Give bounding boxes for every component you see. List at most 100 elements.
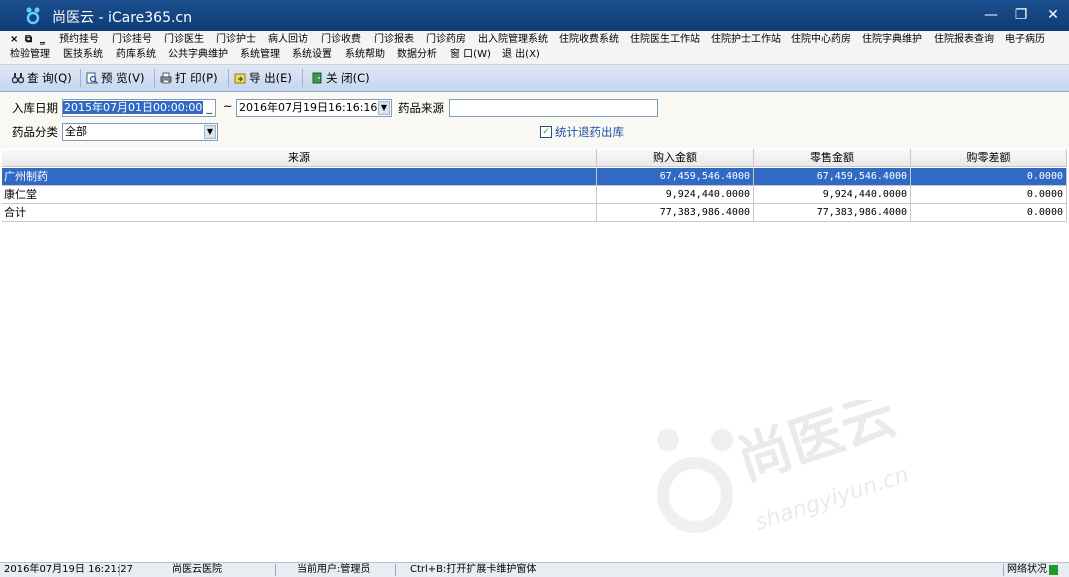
menu-item[interactable]: 门诊护士 bbox=[216, 32, 256, 47]
menu-item[interactable]: 退 出(X) bbox=[502, 47, 540, 62]
print-button[interactable]: 打 印(P) bbox=[160, 68, 218, 88]
spin-underscore: _ bbox=[206, 101, 213, 114]
toolbar: 查 询(Q) 预 览(V) 打 印(P) 导 出(E) 关 闭(C) bbox=[0, 65, 1069, 92]
chevron-down-icon[interactable]: ▼ bbox=[204, 125, 216, 139]
menu-item[interactable]: 住院字典维护 bbox=[862, 32, 922, 47]
cell-retail: 77,383,986.4000 bbox=[754, 204, 911, 222]
brand-watermark: 尚医云 shangyiyun.cn bbox=[657, 400, 912, 536]
toolbar-separator bbox=[80, 69, 81, 87]
cell-source: 合计 bbox=[2, 204, 597, 222]
cell-retail: 67,459,546.4000 bbox=[754, 168, 911, 186]
menu-item[interactable]: 门诊挂号 bbox=[112, 32, 152, 47]
menu-item[interactable]: 检验管理 bbox=[10, 47, 50, 62]
menu-item[interactable]: 电子病历 bbox=[1005, 32, 1045, 47]
menu-item[interactable]: 住院中心药房 bbox=[791, 32, 851, 47]
close-icon: ✕ bbox=[1047, 7, 1059, 23]
menu-item[interactable]: 医技系统 bbox=[63, 47, 103, 62]
magnifier-page-icon bbox=[86, 72, 98, 84]
menu-item[interactable]: 窗 口(W) bbox=[450, 47, 491, 62]
cell-diff: 0.0000 bbox=[911, 168, 1067, 186]
cell-diff: 0.0000 bbox=[911, 204, 1067, 222]
category-value: 全部 bbox=[65, 125, 87, 138]
date-to-picker[interactable]: 2016年07月19日16:16:16 ▼ bbox=[236, 99, 392, 117]
cell-retail: 9,924,440.0000 bbox=[754, 186, 911, 204]
date-range-separator: ~ bbox=[223, 99, 233, 113]
toolbar-separator bbox=[228, 69, 229, 87]
menu-item[interactable]: 门诊医生 bbox=[164, 32, 204, 47]
mdi-minimize-icon[interactable]: ‗ bbox=[40, 32, 45, 47]
menu-item[interactable]: 系统帮助 bbox=[345, 47, 385, 62]
column-header-diff[interactable]: 购零差额 bbox=[911, 149, 1067, 167]
toolbar-separator bbox=[154, 69, 155, 87]
toolbar-separator bbox=[302, 69, 303, 87]
source-label: 药品来源 bbox=[398, 101, 444, 115]
menu-item[interactable]: 住院护士工作站 bbox=[711, 32, 781, 47]
status-separator bbox=[275, 564, 276, 576]
cell-source: 康仁堂 bbox=[2, 186, 597, 204]
title-bar: 尚医云 - iCare365.cn — ❐ ✕ bbox=[0, 0, 1069, 31]
menu-item[interactable]: 住院医生工作站 bbox=[630, 32, 700, 47]
menu-item[interactable]: 药库系统 bbox=[116, 47, 156, 62]
menu-item[interactable]: 门诊药房 bbox=[426, 32, 466, 47]
menu-item[interactable]: 系统设置 bbox=[292, 47, 332, 62]
export-icon bbox=[234, 73, 246, 84]
cell-purchase: 9,924,440.0000 bbox=[597, 186, 754, 204]
source-input[interactable] bbox=[449, 99, 658, 117]
filter-panel: 入库日期 2015年07月01日00:00:00 _ ~ 2016年07月19日… bbox=[0, 92, 1069, 148]
minimize-icon: — bbox=[984, 7, 998, 23]
date-from-picker[interactable]: 2015年07月01日00:00:00 _ bbox=[62, 99, 216, 117]
menu-item[interactable]: 住院收费系统 bbox=[559, 32, 619, 47]
date-label: 入库日期 bbox=[12, 101, 58, 115]
category-label: 药品分类 bbox=[12, 125, 58, 139]
column-header-source[interactable]: 来源 bbox=[2, 149, 597, 167]
date-to-value: 2016年07月19日16:16:16 bbox=[239, 101, 378, 114]
menu-item[interactable]: 门诊收费 bbox=[321, 32, 361, 47]
include-returns-label: 统计退药出库 bbox=[555, 125, 624, 139]
include-returns-checkbox[interactable]: ✓ bbox=[540, 126, 552, 138]
mdi-restore-icon[interactable]: ⧉ bbox=[25, 32, 32, 47]
menu-item[interactable]: 住院报表查询 bbox=[934, 32, 994, 47]
cell-purchase: 77,383,986.4000 bbox=[597, 204, 754, 222]
category-select[interactable]: 全部 ▼ bbox=[62, 123, 218, 141]
cell-purchase: 67,459,546.4000 bbox=[597, 168, 754, 186]
menu-bar: × ⧉ ‗ 预约挂号 门诊挂号 门诊医生 门诊护士 病人回访 门诊收费 门诊报表… bbox=[0, 31, 1069, 65]
column-header-retail[interactable]: 零售金额 bbox=[754, 149, 911, 167]
network-status-label: 网络状况 bbox=[1007, 564, 1047, 575]
menu-item[interactable]: 系统管理 bbox=[240, 47, 280, 62]
printer-icon bbox=[160, 72, 172, 84]
close-window-button[interactable]: ✕ bbox=[1036, 0, 1069, 31]
status-separator bbox=[119, 564, 120, 576]
preview-button[interactable]: 预 览(V) bbox=[86, 68, 145, 88]
menu-item[interactable]: 预约挂号 bbox=[59, 32, 99, 47]
app-logo-icon bbox=[26, 7, 40, 25]
column-header-purchase[interactable]: 购入金额 bbox=[597, 149, 754, 167]
status-hint: Ctrl+B:打开扩展卡维护窗体 bbox=[410, 564, 537, 575]
status-separator bbox=[395, 564, 396, 576]
menu-item[interactable]: 出入院管理系统 bbox=[478, 32, 548, 47]
status-hospital: 尚医云医院 bbox=[172, 564, 222, 575]
query-button[interactable]: 查 询(Q) bbox=[12, 68, 72, 88]
mdi-close-icon[interactable]: × bbox=[10, 32, 18, 47]
window-title: 尚医云 - iCare365.cn bbox=[52, 10, 192, 26]
menu-item[interactable]: 数据分析 bbox=[397, 47, 437, 62]
menu-item[interactable]: 病人回访 bbox=[268, 32, 308, 47]
export-button[interactable]: 导 出(E) bbox=[234, 68, 292, 88]
door-close-icon bbox=[312, 72, 322, 84]
date-from-value: 2015年07月01日00:00:00 bbox=[63, 101, 204, 114]
menu-item[interactable]: 门诊报表 bbox=[374, 32, 414, 47]
binoculars-icon bbox=[12, 73, 24, 84]
table-row-total[interactable]: 合计 77,383,986.4000 77,383,986.4000 0.000… bbox=[2, 204, 1067, 222]
close-button[interactable]: 关 闭(C) bbox=[311, 68, 370, 88]
table-row[interactable]: 康仁堂 9,924,440.0000 9,924,440.0000 0.0000 bbox=[2, 186, 1067, 204]
menu-item[interactable]: 公共字典维护 bbox=[168, 47, 228, 62]
table-header: 来源 购入金额 零售金额 购零差额 bbox=[2, 149, 1067, 167]
table-row[interactable]: 广州制药 67,459,546.4000 67,459,546.4000 0.0… bbox=[2, 168, 1067, 186]
network-status-indicator bbox=[1049, 565, 1058, 575]
cell-diff: 0.0000 bbox=[911, 186, 1067, 204]
minimize-button[interactable]: — bbox=[974, 0, 1008, 31]
cell-source: 广州制药 bbox=[2, 168, 597, 186]
chevron-down-icon[interactable]: ▼ bbox=[378, 101, 390, 115]
restore-button[interactable]: ❐ bbox=[1004, 0, 1038, 31]
status-bar: 2016年07月19日 16:21:27 尚医云医院 当前用户:管理员 Ctrl… bbox=[0, 562, 1069, 577]
status-user: 当前用户:管理员 bbox=[297, 564, 371, 575]
